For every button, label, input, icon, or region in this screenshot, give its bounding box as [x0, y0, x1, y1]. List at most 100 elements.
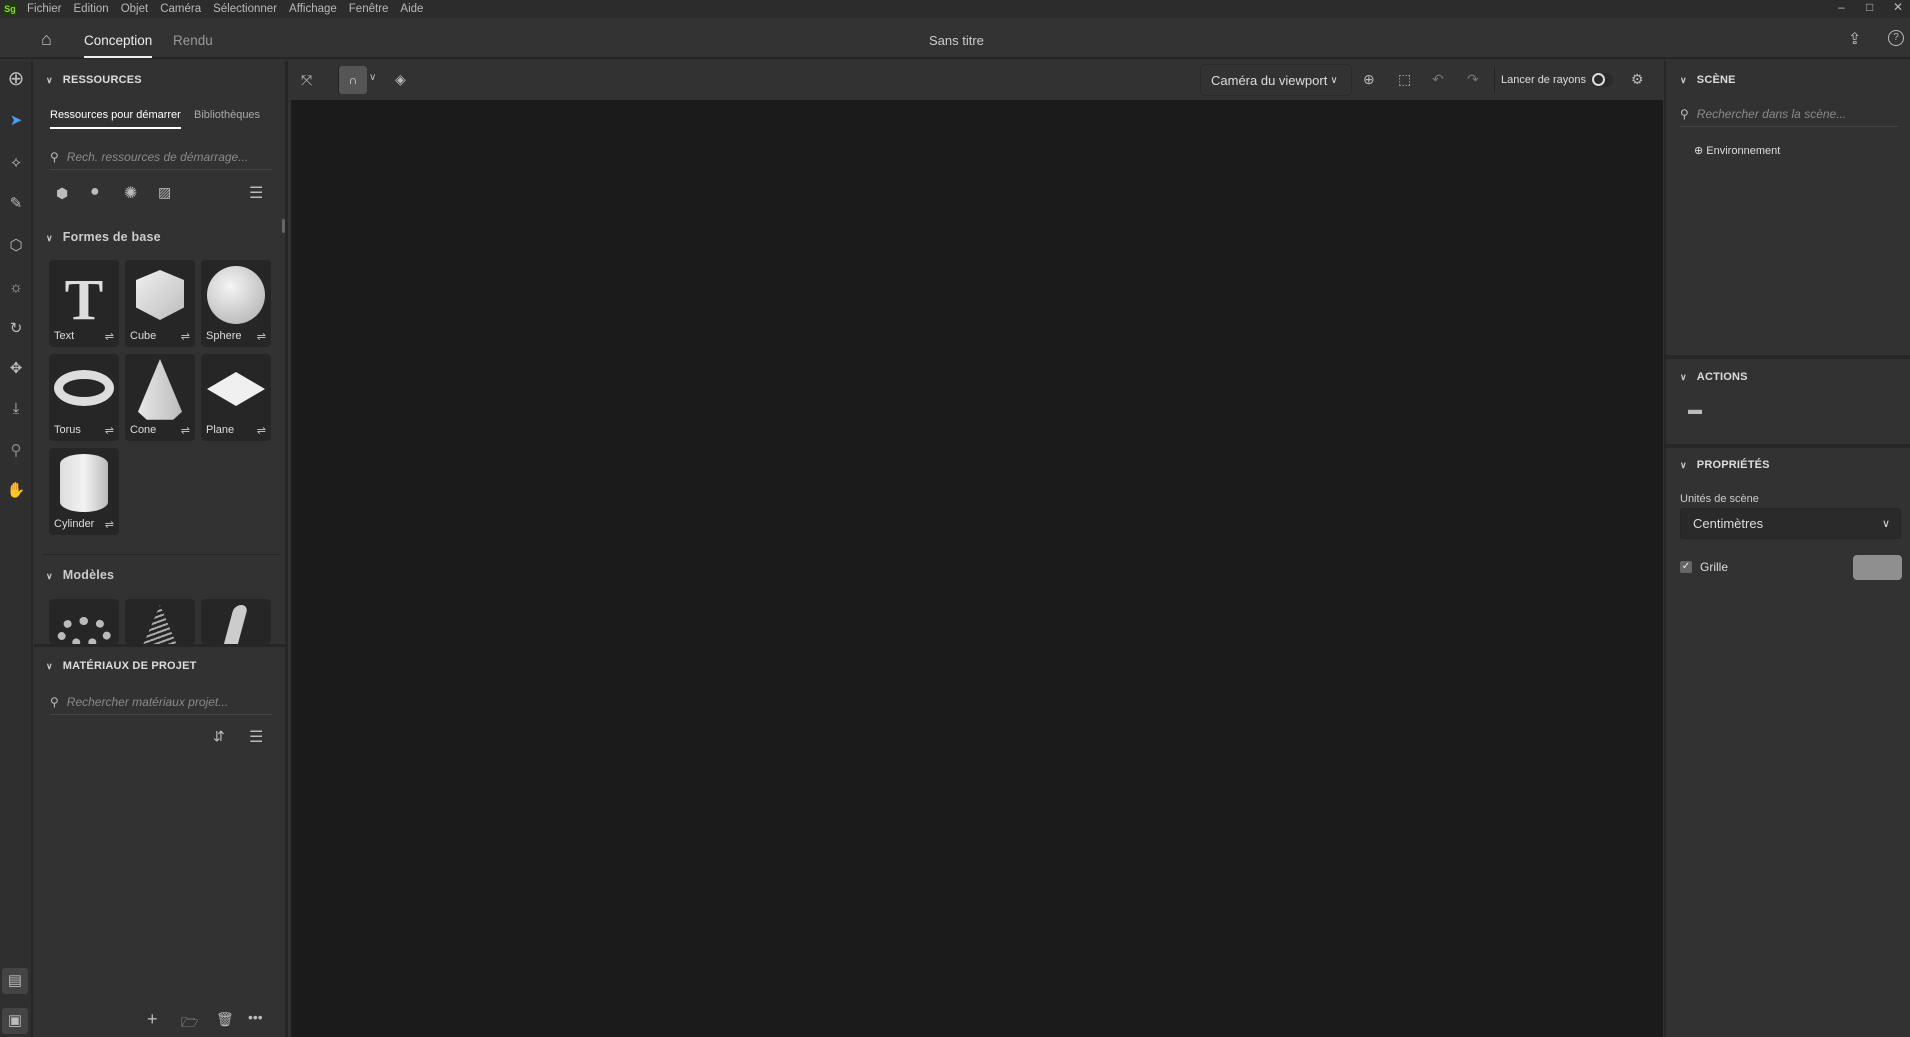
- toolbox-icon[interactable]: ▣: [2, 1008, 28, 1034]
- orbit-icon[interactable]: ↻: [6, 319, 26, 339]
- scene-units-dropdown[interactable]: Centimètres ∨: [1680, 508, 1901, 539]
- shape-tile-cylinder[interactable]: Cylinder ⇌: [49, 448, 119, 535]
- resources-search-input[interactable]: ⚲ Rech. ressources de démarrage...: [50, 144, 272, 170]
- list-view-icon[interactable]: ☰: [249, 727, 263, 747]
- shape-tile-plane[interactable]: Plane ⇌: [201, 354, 271, 441]
- hand-pan-icon[interactable]: ✋: [6, 481, 26, 501]
- properties-header[interactable]: ∨ PROPRIÉTÉS: [1680, 459, 1770, 471]
- menu-selectionner[interactable]: Sélectionner: [207, 3, 283, 15]
- search-icon: ⚲: [50, 694, 59, 709]
- snap-magnet-button[interactable]: ∩: [339, 66, 367, 94]
- image-icon[interactable]: ▨: [158, 184, 171, 201]
- menu-objet[interactable]: Objet: [115, 3, 155, 15]
- transform-icon[interactable]: ⤧: [301, 72, 312, 89]
- scene-header[interactable]: ∨ SCÈNE: [1680, 74, 1736, 86]
- basic-shapes-header[interactable]: ∨ Formes de base: [46, 230, 161, 244]
- shape-tile-torus[interactable]: Torus ⇌: [49, 354, 119, 441]
- viewport-toolbar: ⤧ ∩ ∨ ◈ Caméra du viewport ∨ ⊕ ⬚ ↶ ↷ Lanc…: [291, 61, 1663, 100]
- menu-fichier[interactable]: Fichier: [21, 3, 68, 15]
- menu-affichage[interactable]: Affichage: [283, 3, 343, 15]
- tile-label: Torus: [54, 424, 81, 436]
- eyedropper-icon[interactable]: ✎: [6, 194, 26, 214]
- raytrace-toggle[interactable]: [1591, 73, 1613, 87]
- grid-color-swatch[interactable]: [1853, 555, 1902, 580]
- divider: [1666, 444, 1910, 448]
- divider: [1666, 355, 1910, 359]
- tab-starter-resources[interactable]: Ressources pour démarrer: [50, 109, 181, 129]
- tab-conception[interactable]: Conception: [84, 33, 153, 58]
- tile-label: Text: [54, 330, 75, 342]
- minimize-button[interactable]: –: [1838, 0, 1845, 14]
- materials-header[interactable]: ∨ MATÉRIAUX DE PROJET: [46, 660, 197, 672]
- add-icon[interactable]: +: [147, 1009, 158, 1030]
- adjust-icon[interactable]: ⇌: [257, 330, 266, 343]
- redo-camera-icon[interactable]: ↷: [1467, 71, 1479, 88]
- divider: [42, 554, 280, 555]
- shape-tile-text[interactable]: T Text ⇌: [49, 260, 119, 347]
- render-settings-icon[interactable]: ⚙: [1631, 71, 1644, 88]
- maximize-button[interactable]: □: [1866, 0, 1873, 14]
- cube-icon[interactable]: ⬢: [56, 185, 68, 202]
- zoom-icon[interactable]: ⚲: [6, 441, 26, 461]
- drop-to-ground-icon[interactable]: ⤓: [6, 399, 26, 419]
- folder-open-icon[interactable]: 🗁: [181, 1012, 198, 1036]
- drop-object-icon[interactable]: ◈: [395, 71, 406, 88]
- list-view-icon[interactable]: ☰: [249, 183, 263, 203]
- divider: [34, 644, 288, 647]
- resources-header[interactable]: ∨ RESSOURCES: [46, 74, 142, 86]
- scene-units-label: Unités de scène: [1680, 493, 1759, 505]
- light-icon[interactable]: ✺: [124, 183, 137, 203]
- adjust-icon[interactable]: ⇌: [105, 424, 114, 437]
- more-icon[interactable]: •••: [248, 1009, 263, 1025]
- add-icon[interactable]: ⊕: [6, 69, 26, 89]
- folder-icon[interactable]: ▬: [1688, 401, 1702, 417]
- scene-search-input[interactable]: ⚲ Rechercher dans la scène...: [1680, 101, 1898, 127]
- adjust-icon[interactable]: ⇌: [105, 518, 114, 531]
- adjust-icon[interactable]: ⇌: [181, 330, 190, 343]
- document-title: Sans titre: [929, 33, 984, 48]
- chevron-down-icon[interactable]: ∨: [369, 72, 376, 83]
- cube-tool-icon[interactable]: ⬡: [6, 236, 26, 256]
- shape-tile-sphere[interactable]: Sphere ⇌: [201, 260, 271, 347]
- material-sphere-icon[interactable]: ●: [90, 183, 100, 201]
- scene-item-environment[interactable]: ⊕ Environnement: [1694, 144, 1780, 157]
- adjust-icon[interactable]: ⇌: [105, 330, 114, 343]
- menu-camera[interactable]: Caméra: [154, 3, 207, 15]
- tab-libraries[interactable]: Bibliothèques: [194, 109, 260, 121]
- tab-rendu[interactable]: Rendu: [173, 33, 213, 48]
- magic-wand-icon[interactable]: ✧: [6, 154, 26, 174]
- shape-tile-cube[interactable]: Cube ⇌: [125, 260, 195, 347]
- camera-dropdown[interactable]: Caméra du viewport ∨: [1200, 64, 1352, 96]
- scrollbar-thumb[interactable]: [282, 219, 285, 233]
- select-tool-icon[interactable]: ➤: [6, 111, 26, 131]
- adjust-icon[interactable]: ⇌: [257, 424, 266, 437]
- close-button[interactable]: ✕: [1893, 0, 1903, 14]
- trash-icon[interactable]: 🗑: [216, 1011, 234, 1028]
- move-icon[interactable]: ✥: [6, 359, 26, 379]
- menu-bar: Sg Fichier Edition Objet Caméra Sélectio…: [0, 0, 1910, 18]
- model-tile[interactable]: [201, 599, 271, 644]
- materials-search-input[interactable]: ⚲ Rechercher matériaux projet...: [50, 689, 272, 715]
- menu-edition[interactable]: Edition: [68, 3, 115, 15]
- light-tool-icon[interactable]: ☼: [6, 278, 26, 298]
- shape-tile-cone[interactable]: Cone ⇌: [125, 354, 195, 441]
- sort-icon[interactable]: ⇵: [213, 728, 225, 745]
- archive-icon[interactable]: ▤: [2, 968, 28, 994]
- home-icon[interactable]: ⌂: [41, 29, 52, 50]
- grid-checkbox[interactable]: ✓: [1680, 561, 1692, 573]
- menu-aide[interactable]: Aide: [394, 3, 429, 15]
- models-header[interactable]: ∨ Modèles: [46, 568, 114, 582]
- adjust-icon[interactable]: ⇌: [181, 424, 190, 437]
- model-tile[interactable]: [49, 599, 119, 644]
- viewport-canvas[interactable]: [291, 100, 1663, 1037]
- model-tile[interactable]: [125, 599, 195, 644]
- tool-strip: ⊕ ➤ ✧ ✎ ⬡ ☼ ↻ ✥ ⤓ ⚲ ✋ ▤ ▣: [0, 61, 33, 1037]
- chevron-down-icon: ∨: [1881, 518, 1890, 530]
- share-icon[interactable]: ⇪: [1848, 29, 1861, 49]
- menu-fenetre[interactable]: Fenêtre: [343, 3, 395, 15]
- undo-camera-icon[interactable]: ↶: [1432, 71, 1444, 88]
- actions-header[interactable]: ∨ ACTIONS: [1680, 371, 1748, 383]
- help-icon[interactable]: ?: [1888, 30, 1904, 46]
- frame-camera-icon[interactable]: ⬚: [1398, 71, 1411, 88]
- add-camera-icon[interactable]: ⊕: [1363, 71, 1375, 88]
